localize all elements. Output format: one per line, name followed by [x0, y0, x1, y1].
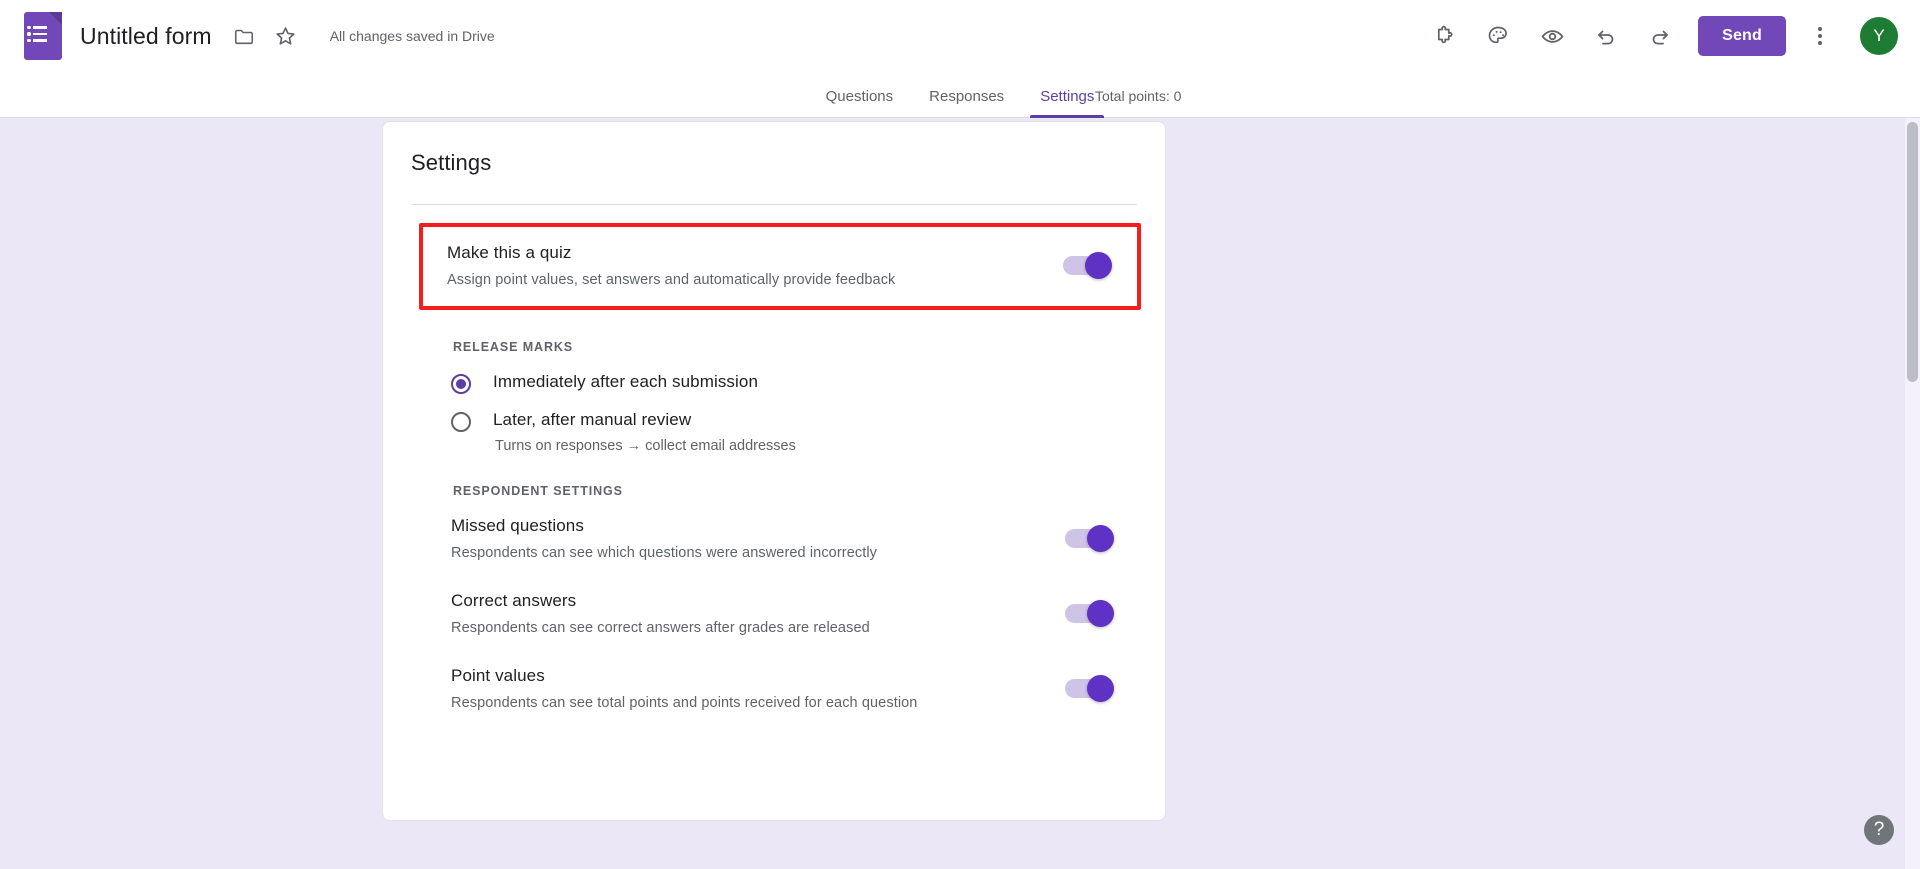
settings-page-body: Settings Make this a quiz Assign point v… [0, 118, 1920, 869]
app-bar: Untitled form All changes saved in Drive [0, 0, 1920, 72]
tabs: Questions Responses Settings [808, 88, 1113, 117]
color-palette-icon[interactable] [1476, 14, 1520, 58]
missed-questions-toggle[interactable] [1065, 529, 1111, 548]
release-option-later[interactable]: Later, after manual review Turns on resp… [383, 410, 1165, 454]
title-divider [411, 204, 1137, 205]
logo-lines [33, 26, 47, 42]
missed-questions-title: Missed questions [451, 516, 1065, 536]
title-actions [224, 16, 306, 56]
point-values-sub: Respondents can see total points and poi… [451, 695, 1065, 711]
make-quiz-subtitle: Assign point values, set answers and aut… [447, 272, 1063, 288]
point-values-title: Point values [451, 666, 1065, 686]
release-marks-label: RELEASE MARKS [383, 340, 1165, 354]
help-icon[interactable]: ? [1864, 815, 1894, 845]
setting-row-point-values[interactable]: Point values Respondents can see total p… [383, 666, 1165, 711]
toggle-knob [1087, 525, 1114, 552]
release-option-later-sub: Turns on responses → collect email addre… [495, 438, 796, 454]
more-vertical-icon[interactable] [1798, 14, 1842, 58]
undo-arrow-icon[interactable] [1584, 14, 1628, 58]
toggle-knob [1085, 252, 1112, 279]
total-points: Total points: 0 [1095, 88, 1920, 104]
eye-icon[interactable] [1530, 14, 1574, 58]
google-forms-logo[interactable] [24, 12, 62, 60]
star-icon[interactable] [266, 16, 306, 56]
redo-arrow-icon[interactable] [1638, 14, 1682, 58]
puzzle-piece-icon[interactable] [1422, 14, 1466, 58]
tab-responses[interactable]: Responses [911, 88, 1022, 117]
release-option-immediately-label: Immediately after each submission [493, 372, 758, 392]
missed-questions-sub: Respondents can see which questions were… [451, 545, 1065, 561]
scrollbar-thumb[interactable] [1907, 122, 1918, 382]
release-option-later-label: Later, after manual review [493, 410, 796, 430]
send-button[interactable]: Send [1698, 16, 1786, 56]
setting-row-missed-questions[interactable]: Missed questions Respondents can see whi… [383, 516, 1165, 561]
correct-answers-texts: Correct answers Respondents can see corr… [451, 591, 1065, 636]
release-option-immediately-texts: Immediately after each submission [493, 372, 758, 392]
tab-questions[interactable]: Questions [808, 88, 912, 117]
missed-questions-texts: Missed questions Respondents can see whi… [451, 516, 1065, 561]
toggle-knob [1087, 600, 1114, 627]
page-title: Settings [383, 150, 1165, 176]
toggle-knob [1087, 675, 1114, 702]
make-quiz-row[interactable]: Make this a quiz Assign point values, se… [419, 223, 1141, 310]
avatar[interactable]: Y [1860, 17, 1898, 55]
setting-row-correct-answers[interactable]: Correct answers Respondents can see corr… [383, 591, 1165, 636]
settings-card: Settings Make this a quiz Assign point v… [382, 121, 1166, 821]
radio-later-icon[interactable] [451, 412, 471, 432]
respondent-settings-label: RESPONDENT SETTINGS [383, 484, 1165, 498]
form-title[interactable]: Untitled form [80, 23, 212, 50]
tab-bar: Questions Responses Settings Total point… [0, 72, 1920, 118]
make-quiz-title: Make this a quiz [447, 243, 1063, 263]
point-values-texts: Point values Respondents can see total p… [451, 666, 1065, 711]
make-quiz-texts: Make this a quiz Assign point values, se… [447, 243, 1063, 288]
save-status: All changes saved in Drive [330, 28, 495, 44]
make-quiz-toggle[interactable] [1063, 256, 1109, 275]
point-values-toggle[interactable] [1065, 679, 1111, 698]
radio-immediately-icon[interactable] [451, 374, 471, 394]
release-option-later-texts: Later, after manual review Turns on resp… [493, 410, 796, 454]
folder-icon[interactable] [224, 16, 264, 56]
appbar-actions: Send Y [1422, 14, 1898, 58]
scrollbar-track[interactable] [1905, 118, 1920, 869]
release-option-immediately[interactable]: Immediately after each submission [383, 372, 1165, 394]
correct-answers-title: Correct answers [451, 591, 1065, 611]
correct-answers-sub: Respondents can see correct answers afte… [451, 620, 1065, 636]
correct-answers-toggle[interactable] [1065, 604, 1111, 623]
